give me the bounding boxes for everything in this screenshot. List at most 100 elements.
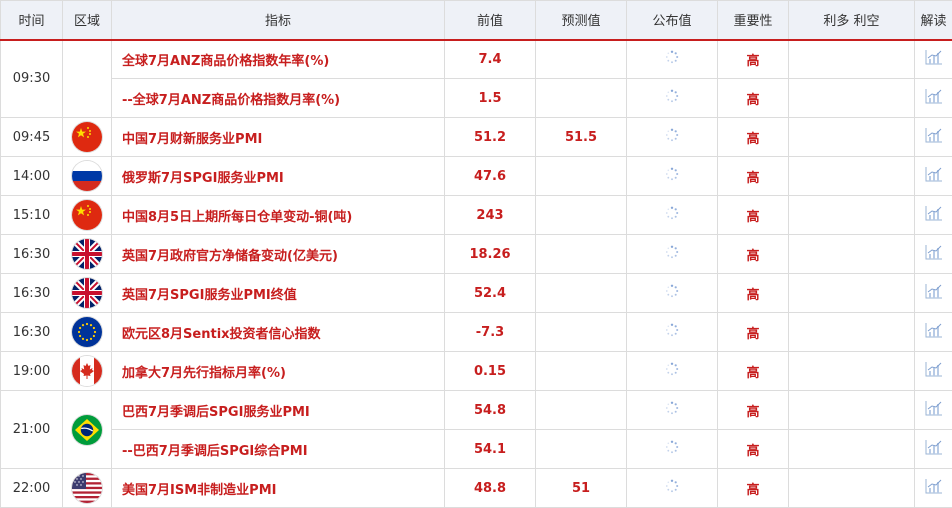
usa-flag-icon <box>72 473 102 503</box>
loading-spinner-icon <box>665 128 679 146</box>
table-row[interactable]: 09:30 全球7月ANZ商品价格指数年率(%) 7.4 高 <box>0 39 952 118</box>
chart-icon[interactable] <box>925 244 943 264</box>
chart-icon[interactable] <box>925 127 943 147</box>
region-cell <box>62 156 112 196</box>
actual-value <box>626 39 718 79</box>
previous-value: 48.8 <box>444 468 536 508</box>
chart-icon[interactable] <box>925 88 943 108</box>
analysis-cell[interactable] <box>914 351 952 391</box>
chart-icon[interactable] <box>925 205 943 225</box>
forecast-value: 51.5 <box>535 117 627 157</box>
chart-icon[interactable] <box>925 49 943 69</box>
impact-cell <box>788 312 915 352</box>
impact-cell <box>788 273 915 313</box>
importance-value: 高 <box>717 390 789 430</box>
chart-icon[interactable] <box>925 400 943 420</box>
time-cell: 15:10 <box>0 195 63 235</box>
forecast-value <box>535 390 627 430</box>
forecast-value <box>535 156 627 196</box>
time-cell: 21:00 <box>0 390 63 469</box>
time-cell: 16:30 <box>0 312 63 352</box>
analysis-cell[interactable] <box>914 195 952 235</box>
region-cell <box>62 234 112 274</box>
chart-icon[interactable] <box>925 478 943 498</box>
indicator-name[interactable]: --巴西7月季调后SPGI综合PMI <box>111 429 445 469</box>
previous-value: 1.5 <box>444 78 536 118</box>
header-indicator: 指标 <box>111 0 445 41</box>
header-importance: 重要性 <box>717 0 789 41</box>
impact-cell <box>788 195 915 235</box>
table-row[interactable]: 16:30 英国7月SPGI服务业PMI终值 52.4 高 <box>0 273 952 313</box>
indicator-name[interactable]: 巴西7月季调后SPGI服务业PMI <box>111 390 445 430</box>
indicator-name[interactable]: 英国7月SPGI服务业PMI终值 <box>111 273 445 313</box>
previous-value: 51.2 <box>444 117 536 157</box>
importance-value: 高 <box>717 156 789 196</box>
table-row[interactable]: 09:45 中国7月财新服务业PMI 51.2 51.5 高 <box>0 117 952 157</box>
table-row[interactable]: 16:30 英国7月政府官方净储备变动(亿美元) 18.26 高 <box>0 234 952 274</box>
brazil-flag-icon <box>72 414 102 445</box>
chart-icon[interactable] <box>925 361 943 381</box>
table-row[interactable]: 21:00 巴西7月季调后SPGI服务业PMI 54.8 高 <box>0 390 952 469</box>
table-row[interactable]: 22:00 美国7月ISM非制造业PMI 48.8 51 高 <box>0 468 952 508</box>
actual-value <box>626 273 718 313</box>
forecast-value: 51 <box>535 468 627 508</box>
region-cell <box>62 312 112 352</box>
chart-icon[interactable] <box>925 166 943 186</box>
region-cell <box>62 351 112 391</box>
analysis-cell[interactable] <box>914 390 952 430</box>
actual-value <box>626 429 718 469</box>
impact-cell <box>788 468 915 508</box>
indicator-name[interactable]: 美国7月ISM非制造业PMI <box>111 468 445 508</box>
time-cell: 09:45 <box>0 117 63 157</box>
importance-value: 高 <box>717 195 789 235</box>
impact-cell <box>788 390 915 430</box>
analysis-cell[interactable] <box>914 234 952 274</box>
analysis-cell[interactable] <box>914 468 952 508</box>
indicator-name[interactable]: 英国7月政府官方净储备变动(亿美元) <box>111 234 445 274</box>
time-cell: 22:00 <box>0 468 63 508</box>
indicator-name[interactable]: 中国8月5日上期所每日仓单变动-铜(吨) <box>111 195 445 235</box>
table-row[interactable]: 19:00 加拿大7月先行指标月率(%) 0.15 高 <box>0 351 952 391</box>
impact-cell <box>788 117 915 157</box>
indicator-name[interactable]: 全球7月ANZ商品价格指数年率(%) <box>111 39 445 79</box>
previous-value: 54.1 <box>444 429 536 469</box>
region-cell <box>62 273 112 313</box>
analysis-cell[interactable] <box>914 273 952 313</box>
analysis-cell[interactable] <box>914 429 952 469</box>
impact-cell <box>788 78 915 118</box>
table-row[interactable]: 14:00 俄罗斯7月SPGI服务业PMI 47.6 高 <box>0 156 952 196</box>
previous-value: 18.26 <box>444 234 536 274</box>
chart-icon[interactable] <box>925 439 943 459</box>
analysis-cell[interactable] <box>914 117 952 157</box>
actual-value <box>626 78 718 118</box>
indicator-name[interactable]: 中国7月财新服务业PMI <box>111 117 445 157</box>
impact-cell <box>788 234 915 274</box>
time-cell: 16:30 <box>0 234 63 274</box>
table-row[interactable]: --全球7月ANZ商品价格指数月率(%) 1.5 高 <box>1 78 952 118</box>
analysis-cell[interactable] <box>914 78 952 118</box>
loading-spinner-icon <box>665 362 679 380</box>
importance-value: 高 <box>717 312 789 352</box>
analysis-cell[interactable] <box>914 156 952 196</box>
region-cell <box>62 390 112 469</box>
analysis-cell[interactable] <box>914 39 952 79</box>
table-row[interactable]: 16:30 欧元区8月Sentix投资者信心指数 -7.3 高 <box>0 312 952 352</box>
china-flag-icon <box>72 200 102 230</box>
indicator-name[interactable]: 俄罗斯7月SPGI服务业PMI <box>111 156 445 196</box>
table-row[interactable]: --巴西7月季调后SPGI综合PMI 54.1 高 <box>1 429 952 469</box>
table-header-row: 时间 区域 指标 前值 预测值 公布值 重要性 利多 利空 解读 <box>0 0 952 41</box>
forecast-value <box>535 429 627 469</box>
previous-value: 54.8 <box>444 390 536 430</box>
indicator-name[interactable]: 加拿大7月先行指标月率(%) <box>111 351 445 391</box>
chart-icon[interactable] <box>925 322 943 342</box>
previous-value: 47.6 <box>444 156 536 196</box>
actual-value <box>626 117 718 157</box>
loading-spinner-icon <box>665 89 679 107</box>
indicator-name[interactable]: 欧元区8月Sentix投资者信心指数 <box>111 312 445 352</box>
chart-icon[interactable] <box>925 283 943 303</box>
indicator-name[interactable]: --全球7月ANZ商品价格指数月率(%) <box>111 78 445 118</box>
analysis-cell[interactable] <box>914 312 952 352</box>
forecast-value <box>535 273 627 313</box>
region-cell <box>62 117 112 157</box>
table-row[interactable]: 15:10 中国8月5日上期所每日仓单变动-铜(吨) 243 高 <box>0 195 952 235</box>
